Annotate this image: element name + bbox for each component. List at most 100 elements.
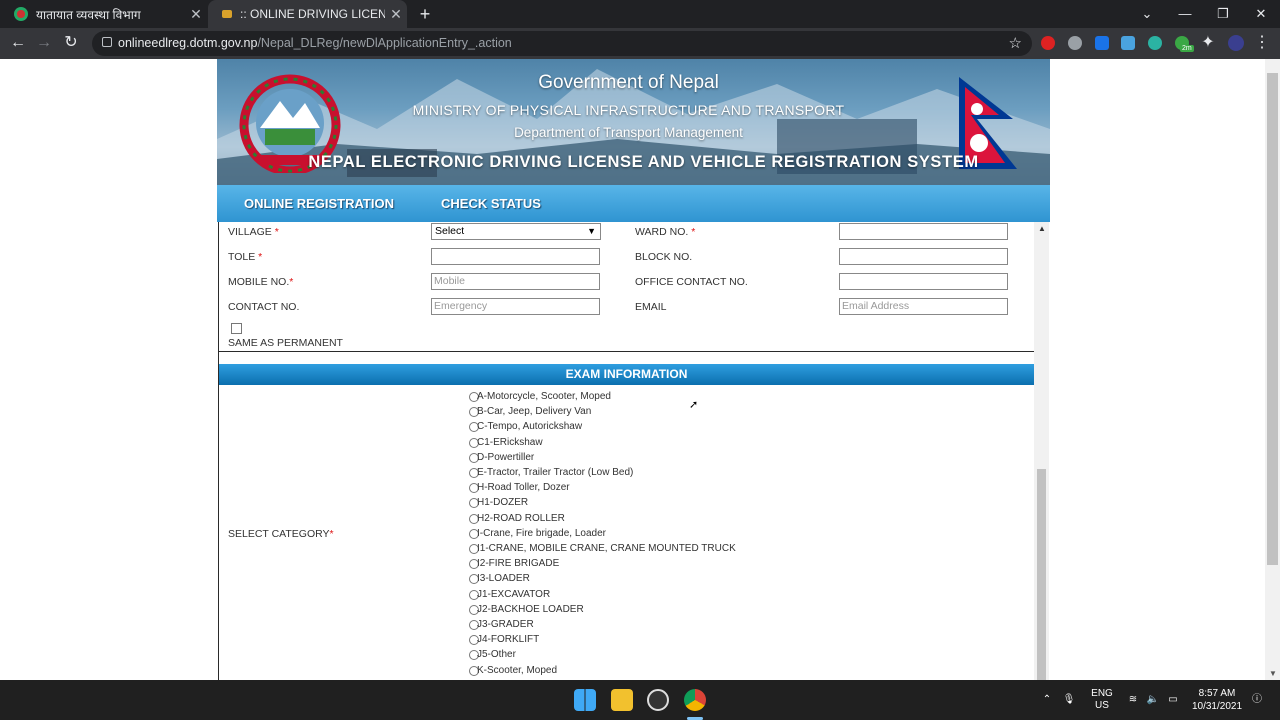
category-option-label: C1-ERickshaw (477, 436, 543, 448)
obs-icon[interactable] (647, 689, 669, 711)
minimize-button[interactable]: — (1166, 0, 1204, 28)
tole-label: TOLE * (228, 251, 263, 263)
tab-title: यातायात व्यवस्था विभाग (36, 7, 141, 22)
contact-label: CONTACT NO. (228, 301, 300, 313)
same-as-permanent-checkbox[interactable] (231, 323, 242, 334)
block-label: BLOCK NO. (635, 251, 693, 263)
category-option-label: D-Powertiller (477, 451, 535, 463)
language-indicator[interactable]: ENG US (1088, 680, 1116, 728)
page-favicon-icon (222, 10, 232, 18)
category-option-label: H1-DOZER (477, 497, 529, 509)
category-option-label: J2-BACKHOE LOADER (477, 603, 584, 615)
ward-input[interactable] (839, 223, 1008, 240)
browser-tab-dotm[interactable]: यातायात व्यवस्था विभाग ✕ (0, 0, 207, 28)
category-option-label: I2-FIRE BRIGADE (477, 558, 560, 570)
close-window-button[interactable]: ✕ (1242, 0, 1280, 28)
category-option-label: C-Tempo, Autorickshaw (477, 421, 583, 433)
category-option-label: I1-CRANE, MOBILE CRANE, CRANE MOUNTED TR… (477, 543, 736, 554)
url-text: onlineedlreg.dotm.gov.np/Nepal_DLReg/new… (118, 36, 512, 50)
chrome-menu-icon[interactable]: ⋮ (1252, 33, 1272, 53)
page-scrollbar-thumb[interactable] (1267, 73, 1278, 565)
page-scrollbar[interactable]: ▼ (1265, 59, 1280, 680)
banner-ministry: MINISTRY OF PHYSICAL INFRASTRUCTURE AND … (412, 102, 845, 118)
browser-toolbar: ← → ↻ onlineedlreg.dotm.gov.np/Nepal_DLR… (0, 28, 1280, 59)
category-option-label: H2-ROAD ROLLER (477, 512, 565, 524)
main-menu-bar: ONLINE REGISTRATION CHECK STATUS (217, 185, 1050, 222)
extension-check-icon[interactable] (1095, 36, 1109, 50)
header-banner: Government of Nepal MINISTRY OF PHYSICAL… (217, 59, 1050, 185)
menu-check-status[interactable]: CHECK STATUS (441, 196, 541, 211)
banner-department: Department of Transport Management (514, 125, 743, 140)
chevron-down-icon: ▼ (587, 226, 596, 236)
battery-icon[interactable]: ▭ (1166, 680, 1180, 720)
bookmark-star-icon[interactable]: ☆ (1009, 34, 1022, 52)
category-option-label: H-Road Toller, Dozer (477, 482, 570, 494)
windows-start-icon[interactable] (574, 689, 596, 711)
category-option-label: K-Scooter, Moped (477, 664, 558, 676)
windows-taskbar: ⌃ 🎙 ENG US ≋ 🔈 ▭ 8:57 AM 10/31/2021 ⓘ (0, 680, 1280, 720)
same-as-permanent-label: SAME AS PERMANENT (228, 337, 343, 349)
new-tab-button[interactable]: + (416, 4, 434, 24)
office-contact-input[interactable] (839, 273, 1008, 290)
mobile-label: MOBILE NO.* (228, 276, 294, 288)
email-label: EMAIL (635, 301, 667, 313)
forward-arrow-icon[interactable]: → (34, 33, 54, 53)
section-divider (219, 351, 1034, 352)
contact-input[interactable]: Emergency (431, 298, 600, 315)
extension-cloud-icon[interactable] (1068, 36, 1082, 50)
mouse-cursor-icon: ➚ (689, 399, 699, 411)
form-scrollbar-thumb[interactable] (1037, 469, 1046, 680)
email-input[interactable]: Email Address (839, 298, 1008, 315)
banner-system-name: NEPAL ELECTRONIC DRIVING LICENSE AND VEH… (308, 153, 979, 171)
close-tab-icon[interactable]: ✕ (185, 6, 207, 23)
tab-title: :: ONLINE DRIVING LICENSE :: (240, 7, 385, 21)
volume-icon[interactable]: 🔈 (1146, 680, 1160, 720)
category-option-label: A-Motorcycle, Scooter, Moped (477, 391, 611, 402)
microphone-icon[interactable]: 🎙 (1062, 680, 1076, 720)
address-bar[interactable]: onlineedlreg.dotm.gov.np/Nepal_DLReg/new… (92, 31, 1032, 56)
adblock-icon[interactable] (1041, 36, 1055, 50)
lock-icon (102, 37, 112, 47)
show-hidden-icons-icon[interactable]: ⌃ (1040, 680, 1054, 720)
registration-form: VILLAGE * Select ▼ WARD NO. * TOLE * BLOC… (218, 222, 1035, 680)
scroll-up-arrow-icon[interactable]: ▲ (1038, 224, 1046, 233)
menu-online-registration[interactable]: ONLINE REGISTRATION (244, 196, 394, 211)
select-category-label: SELECT CATEGORY* (228, 528, 334, 540)
block-input[interactable] (839, 248, 1008, 265)
file-explorer-icon[interactable] (611, 689, 633, 711)
nepal-emblem-favicon-icon (14, 7, 28, 21)
scroll-down-arrow-icon[interactable]: ▼ (1269, 669, 1277, 678)
banner-title-government: Government of Nepal (538, 72, 719, 93)
village-label: VILLAGE * (228, 226, 279, 238)
page-viewport: Government of Nepal MINISTRY OF PHYSICAL… (0, 59, 1265, 680)
profile-avatar[interactable] (1228, 35, 1244, 51)
tole-input[interactable] (431, 248, 600, 265)
tab-search-icon[interactable]: ⌄ (1128, 0, 1166, 28)
extension-gear-icon[interactable] (1148, 36, 1162, 50)
category-option-label: J1-EXCAVATOR (477, 588, 551, 600)
chrome-icon[interactable] (684, 689, 706, 711)
village-select[interactable]: Select ▼ (431, 223, 601, 240)
category-option-label: E-Tractor, Trailer Tractor (Low Bed) (477, 467, 634, 478)
close-tab-icon[interactable]: ✕ (385, 6, 407, 23)
category-option-label: J5-Other (477, 649, 516, 661)
office-contact-label: OFFICE CONTACT NO. (635, 276, 748, 288)
extensions-puzzle-icon[interactable]: ✦ (1198, 33, 1218, 53)
category-option-label: I-Crane, Fire brigade, Loader (477, 527, 606, 539)
back-arrow-icon[interactable]: ← (8, 33, 28, 53)
wifi-icon[interactable]: ≋ (1126, 680, 1140, 720)
reload-icon[interactable]: ↻ (61, 33, 81, 53)
category-option-label: B-Car, Jeep, Delivery Van (477, 406, 592, 418)
category-option-label: J3-GRADER (477, 619, 534, 630)
form-scrollbar[interactable]: ▲ (1034, 222, 1049, 680)
category-option-label: I3-LOADER (477, 573, 530, 585)
browser-tab-strip: यातायात व्यवस्था विभाग ✕ :: ONLINE DRIVI… (0, 0, 1280, 28)
mobile-input[interactable]: Mobile (431, 273, 600, 290)
notification-icon[interactable]: ⓘ (1250, 680, 1264, 720)
extension-badge: 2m (1180, 45, 1194, 52)
browser-tab-driving-license[interactable]: :: ONLINE DRIVING LICENSE :: ✕ (208, 0, 407, 28)
maximize-button[interactable]: ❐ (1204, 0, 1242, 28)
ward-label: WARD NO. * (635, 226, 696, 238)
extension-plane-icon[interactable] (1121, 36, 1135, 50)
exam-information-header: EXAM INFORMATION (219, 364, 1034, 385)
